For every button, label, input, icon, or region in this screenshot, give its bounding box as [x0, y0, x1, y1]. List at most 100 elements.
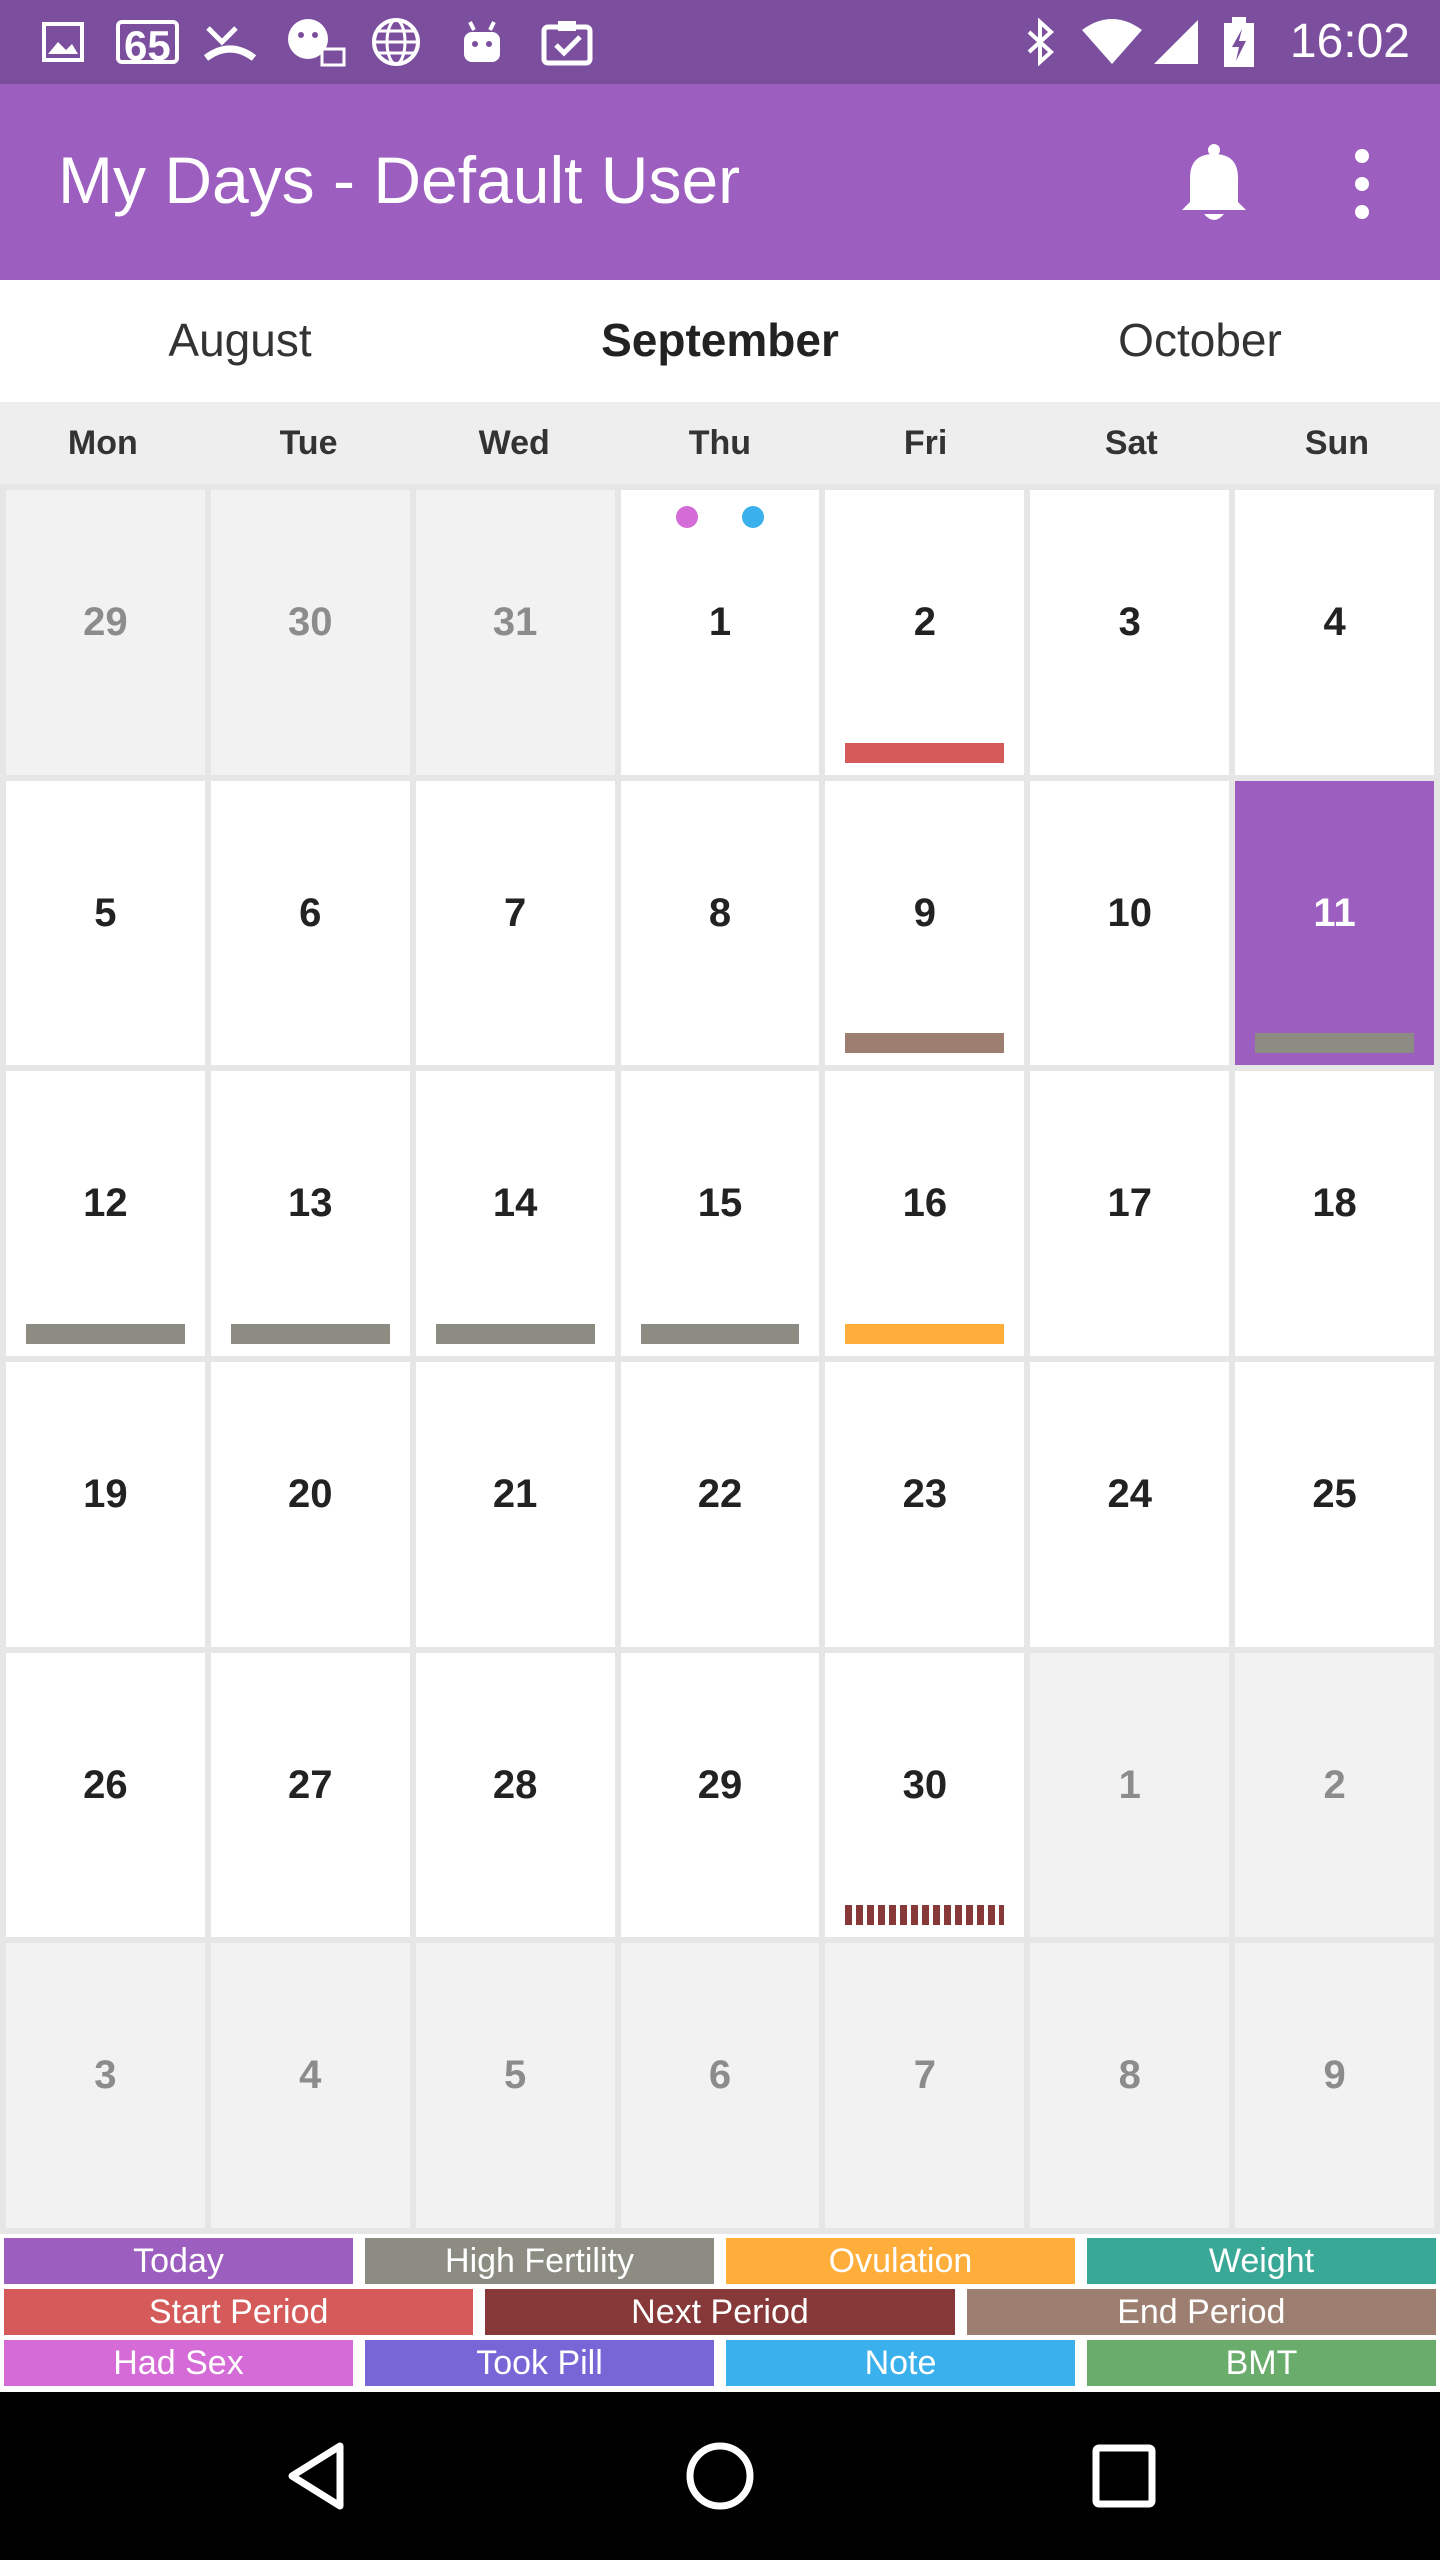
- wifi-icon: [1080, 19, 1144, 64]
- day-cell[interactable]: 22: [620, 1362, 820, 1647]
- day-cell[interactable]: 14: [415, 1071, 615, 1356]
- day-cell[interactable]: 2: [825, 490, 1025, 775]
- day-cell[interactable]: 1: [1030, 1652, 1230, 1938]
- day-number: 13: [288, 1181, 333, 1226]
- day-cell[interactable]: 5: [6, 780, 205, 1066]
- image-icon: [40, 20, 86, 64]
- day-number: 4: [1323, 600, 1346, 644]
- back-button[interactable]: [278, 2436, 358, 2516]
- day-number: 16: [902, 1181, 948, 1226]
- day-cell[interactable]: 30: [210, 490, 410, 775]
- globe-icon: [370, 18, 422, 66]
- day-cell[interactable]: 23: [825, 1362, 1025, 1647]
- android-icon: [460, 20, 504, 64]
- day-cell[interactable]: 4: [1235, 490, 1434, 775]
- legend-item-ovulation: Ovulation: [726, 2238, 1075, 2284]
- status-bar: 65 16:02: [0, 0, 1440, 84]
- marker-bar-high-fertility: [435, 1323, 595, 1344]
- day-cell[interactable]: 6: [620, 1943, 820, 2228]
- day-number: 5: [504, 2053, 527, 2098]
- tab-current-month[interactable]: September: [480, 312, 960, 368]
- weekday-label: Sun: [1304, 424, 1370, 462]
- day-cell[interactable]: 20: [210, 1362, 410, 1647]
- day-cell[interactable]: 31: [415, 490, 615, 775]
- day-number: 25: [1312, 1472, 1357, 1516]
- weekday-label: Wed: [478, 424, 550, 462]
- app-bar: My Days - Default User: [0, 84, 1440, 280]
- day-cell[interactable]: 19: [6, 1362, 205, 1647]
- tab-previous-month[interactable]: August: [0, 312, 480, 368]
- day-cell[interactable]: 28: [415, 1652, 615, 1938]
- day-cell[interactable]: 4: [210, 1943, 410, 2228]
- day-number: 30: [288, 600, 333, 644]
- legend: Today High Fertility Ovulation Weight Start …: [0, 2238, 1440, 2392]
- more-vert-icon: [1355, 149, 1369, 219]
- day-cell[interactable]: 16: [825, 1071, 1025, 1356]
- day-cell[interactable]: 7: [415, 780, 615, 1066]
- day-number: 10: [1107, 890, 1152, 935]
- day-number: 6: [708, 2053, 732, 2098]
- day-cell[interactable]: 7: [825, 1943, 1025, 2228]
- day-number: 28: [492, 1762, 538, 1807]
- day-number: 9: [913, 890, 936, 935]
- day-cell[interactable]: 25: [1235, 1362, 1434, 1647]
- recents-button[interactable]: [1084, 2436, 1164, 2516]
- day-number: 12: [83, 1181, 128, 1226]
- day-cell[interactable]: 10: [1030, 780, 1230, 1066]
- tab-next-month[interactable]: October: [960, 312, 1440, 368]
- day-cell[interactable]: 24: [1030, 1362, 1230, 1647]
- day-cell[interactable]: 8: [620, 780, 820, 1066]
- day-cell[interactable]: 17: [1030, 1071, 1230, 1356]
- legend-item-start-period: Start Period: [4, 2289, 474, 2335]
- day-number: 14: [492, 1181, 538, 1226]
- marker-bar-high-fertility: [640, 1323, 800, 1344]
- day-cell[interactable]: 6: [210, 780, 410, 1066]
- day-cell[interactable]: 30: [825, 1652, 1025, 1938]
- day-cell[interactable]: 9: [825, 780, 1025, 1066]
- back-icon: [288, 2442, 344, 2510]
- day-cell[interactable]: 26: [6, 1652, 205, 1938]
- day-cell[interactable]: 13: [210, 1071, 410, 1356]
- chat-bubble-icon: [284, 19, 346, 67]
- weekday-header: Mon Tue Wed Thu Fri Sat Sun: [0, 402, 1440, 484]
- day-cell[interactable]: 5: [415, 1943, 615, 2228]
- signal-icon: [1150, 20, 1202, 64]
- day-number: 31: [492, 600, 538, 644]
- day-number: 2: [913, 600, 936, 644]
- navigation-bar: [0, 2392, 1440, 2560]
- day-cell[interactable]: 15: [620, 1071, 820, 1356]
- day-cell[interactable]: 27: [210, 1652, 410, 1938]
- day-number: 29: [83, 600, 128, 644]
- day-number: 24: [1107, 1472, 1152, 1516]
- day-cell-today[interactable]: 11: [1235, 780, 1434, 1066]
- bluetooth-icon: [1020, 18, 1060, 66]
- day-cell[interactable]: 8: [1030, 1943, 1230, 2228]
- day-cell[interactable]: 18: [1235, 1071, 1434, 1356]
- notifications-button[interactable]: [1178, 142, 1250, 224]
- missed-call-icon: [202, 20, 258, 64]
- day-number: 29: [697, 1762, 743, 1807]
- day-number: 27: [288, 1762, 333, 1807]
- day-cell[interactable]: 29: [6, 490, 205, 775]
- day-cell[interactable]: 9: [1235, 1943, 1434, 2228]
- day-cell[interactable]: 3: [6, 1943, 205, 2228]
- weekday-label: Mon: [67, 424, 138, 462]
- day-number: 1: [1118, 1762, 1141, 1807]
- day-cell[interactable]: 12: [6, 1071, 205, 1356]
- day-number: 6: [299, 890, 322, 935]
- day-cell[interactable]: 29: [620, 1652, 820, 1938]
- day-number: 18: [1312, 1181, 1357, 1226]
- day-cell[interactable]: 2: [1235, 1652, 1434, 1938]
- legend-item-next-period: Next Period: [485, 2289, 955, 2335]
- legend-row: Start Period Next Period End Period: [0, 2289, 1440, 2335]
- home-button[interactable]: [680, 2436, 760, 2516]
- day-number: 26: [83, 1762, 128, 1807]
- weekday-label: Sat: [1104, 424, 1158, 462]
- day-cell[interactable]: 1: [620, 490, 820, 775]
- day-cell[interactable]: 21: [415, 1362, 615, 1647]
- notification-badge: 65: [116, 20, 179, 68]
- day-cell[interactable]: 3: [1030, 490, 1230, 775]
- day-number: 15: [697, 1181, 743, 1226]
- day-number: 5: [94, 890, 117, 935]
- more-options-button[interactable]: [1338, 144, 1386, 224]
